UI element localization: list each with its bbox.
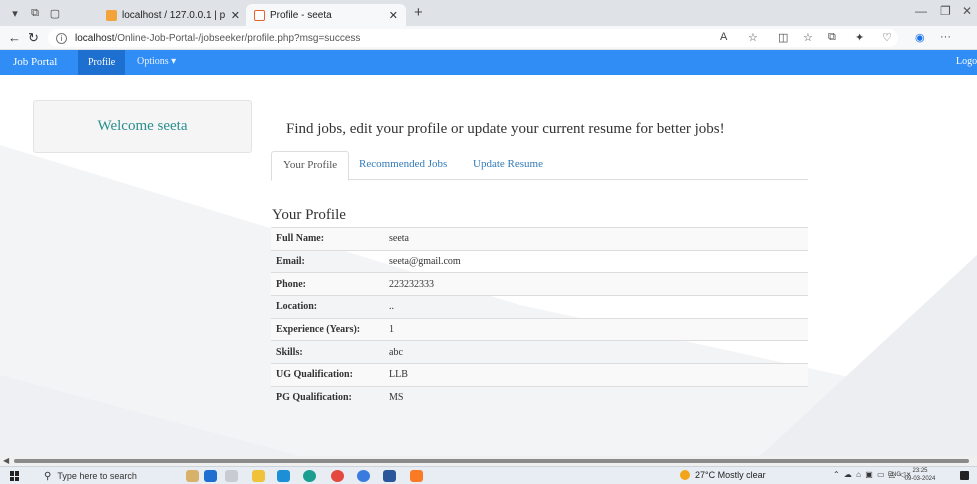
- address-toolbar: ← ↻ i localhost /Online-Job-Portal-/jobs…: [0, 26, 977, 50]
- browser-essentials-icon[interactable]: ♡: [882, 31, 892, 44]
- field-value: MS: [384, 385, 808, 409]
- favorites-icon[interactable]: ☆: [803, 31, 813, 44]
- site-navbar: Job Portal Profile Options ▾ Logout: [0, 50, 977, 75]
- notifications-icon[interactable]: [960, 471, 969, 480]
- people-icon[interactable]: [204, 470, 217, 482]
- field-label: Skills:: [271, 340, 384, 364]
- xampp-taskbar-icon[interactable]: [410, 470, 423, 482]
- phpmyadmin-icon: [106, 9, 117, 21]
- new-tab-icon[interactable]: +: [414, 4, 423, 21]
- browser-tab-strip: ▾ ⧉ ▢ localhost / 127.0.0.1 | phpMyAdmi …: [0, 0, 977, 26]
- weather-icon: [680, 470, 690, 480]
- read-aloud-icon[interactable]: A: [720, 31, 727, 43]
- weather-text: 27°C Mostly clear: [695, 470, 766, 480]
- more-menu-icon[interactable]: ···: [940, 31, 951, 43]
- field-label: Email:: [271, 249, 384, 273]
- store-icon[interactable]: [277, 470, 290, 482]
- field-label: Experience (Years):: [271, 317, 384, 341]
- tab-update-resume[interactable]: Update Resume: [462, 151, 554, 180]
- nav-item-profile[interactable]: Profile: [78, 50, 126, 75]
- welcome-text: Welcome seeta: [97, 118, 188, 134]
- table-row: PG Qualification: MS: [271, 385, 808, 409]
- task-view-icon[interactable]: [225, 470, 238, 482]
- close-window-icon[interactable]: ✕: [962, 4, 972, 18]
- table-row: Location:..: [271, 295, 808, 319]
- field-label: PG Qualification:: [271, 385, 384, 409]
- clock-date: 09-03-2024: [904, 476, 936, 482]
- tab-actions-icon[interactable]: ▢: [48, 6, 62, 20]
- horizontal-scrollbar[interactable]: ◀: [0, 456, 977, 466]
- page-content: Welcome seeta Find jobs, edit your profi…: [0, 75, 977, 456]
- logout-link[interactable]: Logout: [956, 56, 977, 67]
- table-row: UG Qualification: LLB: [271, 363, 808, 387]
- restore-icon[interactable]: ❐: [940, 4, 951, 18]
- table-row: Skills: abc: [271, 340, 808, 364]
- profile-table: Full Name: seeta Email: seeta@gmail.com Ph…: [271, 227, 808, 409]
- page-lead: Find jobs, edit your profile or update y…: [286, 121, 725, 137]
- scrollbar-thumb[interactable]: [14, 459, 969, 463]
- minimize-icon[interactable]: —: [915, 4, 927, 18]
- close-tab-icon[interactable]: ✕: [231, 9, 240, 22]
- browser-app-icon[interactable]: [357, 470, 370, 482]
- profile-tabs: Your Profile Recommended Jobs Update Res…: [271, 151, 808, 181]
- tab-your-profile[interactable]: Your Profile: [271, 151, 350, 181]
- taskbar-clock[interactable]: 23:25 09-03-2024: [900, 467, 940, 483]
- field-label: Phone:: [271, 272, 384, 296]
- xampp-icon: [254, 9, 265, 21]
- field-value: seeta: [384, 227, 808, 251]
- close-tab-icon[interactable]: ✕: [389, 9, 398, 22]
- tab-recommended-jobs[interactable]: Recommended Jobs: [348, 151, 458, 180]
- weather-widget[interactable]: 27°C Mostly clear: [680, 470, 766, 480]
- field-value: 223232333: [384, 272, 808, 296]
- profile-heading: Your Profile: [272, 207, 346, 223]
- extensions-icon[interactable]: ✦: [855, 31, 864, 44]
- site-info-icon[interactable]: i: [56, 32, 67, 44]
- url-host: localhost: [75, 32, 115, 44]
- brand-link[interactable]: Job Portal: [13, 56, 57, 68]
- taskbar-search[interactable]: ⚲ Type here to search: [44, 469, 164, 483]
- favorite-star-icon[interactable]: ☆: [748, 31, 758, 44]
- field-label: Full Name:: [271, 227, 384, 251]
- refresh-icon[interactable]: ↻: [28, 30, 39, 46]
- field-value: abc: [384, 340, 808, 364]
- back-icon[interactable]: ←: [8, 30, 21, 45]
- widget-icon[interactable]: [186, 470, 199, 482]
- chrome-icon[interactable]: [331, 470, 344, 482]
- welcome-panel: Welcome seeta: [33, 100, 252, 153]
- tab-title: Profile - seeta: [270, 9, 332, 21]
- edge-copilot-icon[interactable]: ◉: [915, 31, 925, 44]
- scroll-left-icon[interactable]: ◀: [3, 456, 9, 465]
- url-path: /Online-Job-Portal-/jobseeker/profile.ph…: [114, 32, 361, 44]
- table-row: Phone: 223232333: [271, 272, 808, 296]
- search-placeholder: Type here to search: [57, 471, 137, 481]
- field-value: ..: [384, 295, 808, 319]
- windows-taskbar: ⚲ Type here to search 27°C Mostly clear …: [0, 466, 977, 484]
- edge-icon[interactable]: [303, 470, 316, 482]
- clock-time: 23:25: [912, 468, 928, 474]
- browser-profile-icon[interactable]: ▾: [8, 6, 22, 20]
- table-row: Experience (Years): 1: [271, 317, 808, 341]
- tab-title: localhost / 127.0.0.1 | phpMyAdmi: [122, 9, 225, 21]
- field-label: UG Qualification:: [271, 363, 384, 387]
- table-row: Full Name: seeta: [271, 227, 808, 251]
- address-bar[interactable]: i localhost /Online-Job-Portal-/jobseeke…: [48, 29, 898, 47]
- search-icon: ⚲: [44, 470, 52, 482]
- collections-icon[interactable]: ⧉: [828, 31, 836, 44]
- browser-tab-phpmyadmin[interactable]: localhost / 127.0.0.1 | phpMyAdmi ✕: [98, 4, 248, 26]
- nav-item-options[interactable]: Options ▾: [137, 56, 176, 67]
- file-explorer-icon[interactable]: [252, 470, 265, 482]
- workspaces-icon[interactable]: ⧉: [28, 6, 42, 20]
- split-screen-icon[interactable]: ◫: [778, 31, 788, 44]
- field-value: LLB: [384, 363, 808, 387]
- browser-tab-profile[interactable]: Profile - seeta ✕: [246, 4, 406, 26]
- windows-start-icon[interactable]: [10, 471, 20, 481]
- word-icon[interactable]: [383, 470, 396, 482]
- table-row: Email: seeta@gmail.com: [271, 249, 808, 273]
- field-value: 1: [384, 317, 808, 341]
- field-label: Location:: [271, 295, 384, 319]
- field-value: seeta@gmail.com: [384, 249, 808, 273]
